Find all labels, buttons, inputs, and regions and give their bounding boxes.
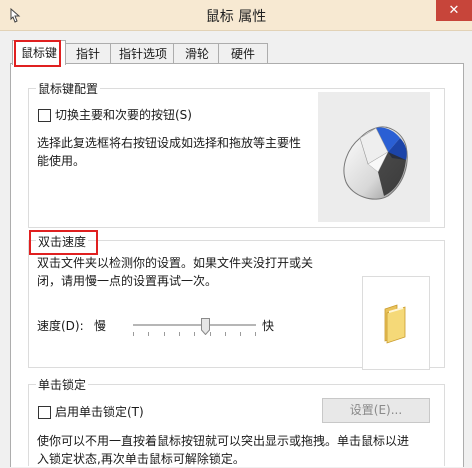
click-lock-description-2: 入锁定状态,再次单击鼠标可解除锁定。 — [37, 452, 245, 466]
slider-tick — [133, 332, 134, 336]
click-lock-description-1: 使你可以不用一直按着鼠标按钮就可以突出显示或拖拽。单击鼠标以进 — [37, 434, 410, 448]
slider-tick — [179, 332, 180, 336]
test-folder-icon[interactable] — [363, 277, 429, 369]
click-lock-label[interactable]: 启用单击锁定(T) — [55, 403, 144, 421]
click-lock-checkbox[interactable] — [38, 406, 51, 419]
button-config-title: 鼠标键配置 — [36, 80, 101, 97]
slider-tick — [194, 332, 195, 336]
slider-tick — [225, 332, 226, 336]
close-button[interactable]: ✕ — [436, 0, 472, 21]
fast-label: 快 — [262, 319, 275, 333]
tab-wheel[interactable]: 滑轮 — [173, 43, 221, 64]
swap-buttons-checkbox[interactable] — [38, 109, 51, 122]
swap-buttons-label[interactable]: 切换主要和次要的按钮(S) — [55, 106, 192, 124]
click-lock-title: 单击锁定 — [36, 376, 89, 393]
slider-tick — [164, 332, 165, 336]
swap-buttons-description: 选择此复选框将右按钮设成如选择和拖放等主要性能使用。 — [37, 136, 302, 168]
speed-label: 速度(D): — [37, 319, 84, 333]
slow-label: 慢 — [94, 319, 107, 333]
click-lock-settings-button[interactable]: 设置(E)... — [322, 398, 430, 423]
speed-slider-thumb[interactable] — [201, 318, 210, 335]
tab-hardware[interactable]: 硬件 — [218, 43, 268, 64]
window-title: 鼠标 属性 — [205, 9, 267, 25]
test-folder-area[interactable] — [362, 276, 430, 370]
tab-label: 滑轮 — [184, 47, 209, 61]
slider-tick — [210, 332, 211, 336]
tab-label: 指针选项 — [118, 47, 167, 61]
slider-tick — [255, 332, 256, 336]
tab-label: 硬件 — [230, 47, 255, 61]
close-icon: ✕ — [448, 3, 460, 18]
mouse-icon — [343, 126, 408, 200]
title-bar: 鼠标 属性 ✕ — [0, 0, 472, 31]
mouse-illustration — [318, 92, 430, 222]
tab-pointer-options[interactable]: 指针选项 — [110, 43, 176, 64]
slider-tick — [240, 332, 241, 336]
slider-tick — [148, 332, 149, 336]
tab-label: 指针 — [75, 47, 100, 61]
double-click-description-2: 闭，请用慢一点的设置再试一次。 — [37, 274, 218, 288]
tab-highlight-frame — [14, 40, 61, 67]
speed-slider-track[interactable] — [133, 324, 256, 327]
double-click-highlight-frame — [29, 230, 98, 255]
tab-pointer[interactable]: 指针 — [63, 43, 113, 64]
double-click-description-1: 双击文件夹以检测你的设置。如果文件夹没打开或关 — [37, 256, 314, 270]
